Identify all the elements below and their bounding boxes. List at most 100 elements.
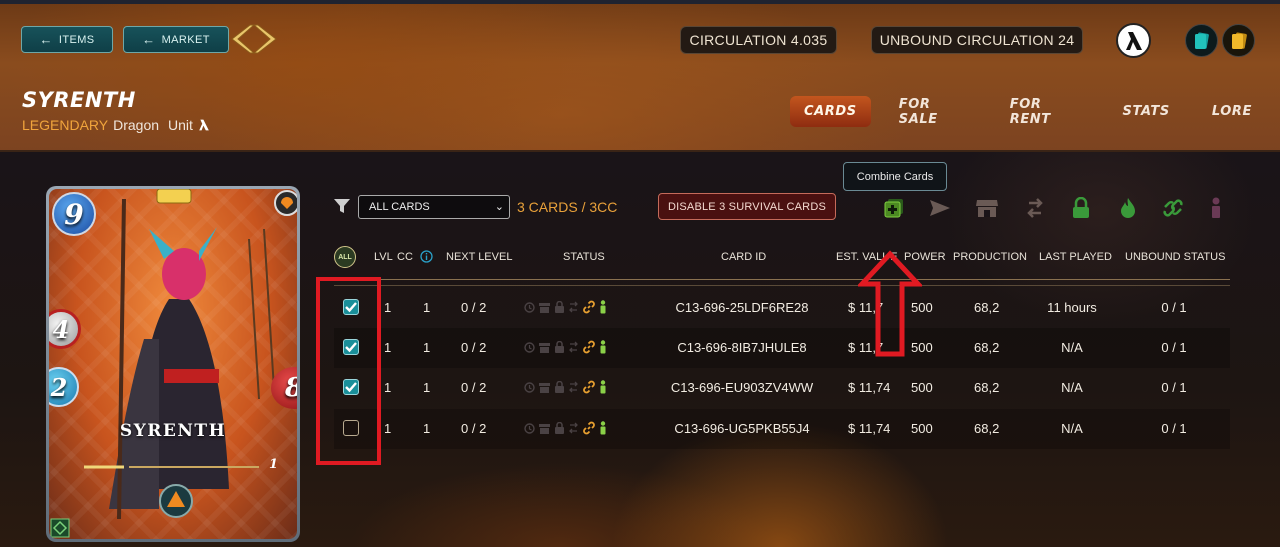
- market-stall-icon: [539, 342, 550, 353]
- market-stall-icon[interactable]: [974, 195, 1000, 221]
- disable-survival-label: DISABLE 3 SURVIVAL CARDS: [667, 200, 827, 213]
- cell-next-level: 0 / 2: [461, 421, 487, 436]
- lock-icon: [555, 301, 564, 313]
- header-next-level: NEXT LEVEL: [446, 251, 513, 263]
- unbound-circulation-text: UNBOUND CIRCULATION 24: [879, 32, 1075, 48]
- circulation-text: CIRCULATION 4.035: [689, 32, 828, 48]
- person-icon: [600, 300, 606, 314]
- info-icon[interactable]: [420, 250, 433, 263]
- person-icon: [600, 421, 606, 435]
- arrow-left-icon: ←: [39, 32, 53, 47]
- delegate-icon[interactable]: [1203, 195, 1229, 221]
- status-icons: [524, 380, 607, 394]
- header-last-played: LAST PLAYED: [1039, 251, 1112, 263]
- header-status: STATUS: [563, 251, 605, 263]
- cell-production: 68,2: [974, 300, 1000, 315]
- tab-lore[interactable]: LORE: [1198, 96, 1266, 127]
- card-title: SYRENTH: [22, 88, 136, 112]
- cell-cc: 1: [423, 340, 431, 355]
- arrow-left-icon: ←: [142, 32, 156, 47]
- clock-icon: [524, 422, 535, 434]
- header-lvl: LVL: [374, 251, 393, 263]
- combine-cards-icon[interactable]: [881, 195, 907, 221]
- burn-icon[interactable]: [1115, 195, 1141, 221]
- element-label: Dragon: [113, 117, 160, 133]
- table-divider: [334, 279, 1230, 280]
- link-icon: [583, 300, 595, 314]
- cell-next-level: 0 / 2: [461, 380, 487, 395]
- deck-icon[interactable]: [1222, 24, 1255, 57]
- lock-icon[interactable]: [1068, 195, 1094, 221]
- transfer-icon: [569, 422, 578, 434]
- cell-last-played: N/A: [1061, 380, 1083, 395]
- clock-icon: [524, 341, 535, 353]
- lock-icon: [555, 341, 564, 353]
- cell-next-level: 0 / 2: [461, 300, 487, 315]
- items-back-button[interactable]: ← ITEMS: [21, 26, 113, 53]
- cell-cc: 1: [423, 380, 431, 395]
- send-icon[interactable]: [927, 195, 953, 221]
- tab-for-sale[interactable]: FOR SALE: [885, 96, 982, 127]
- card-filter-select[interactable]: ALL CARDS ⌄: [358, 195, 510, 219]
- tab-stats[interactable]: STATS: [1109, 96, 1184, 127]
- market-stall-icon: [539, 302, 550, 313]
- cell-last-played: 11 hours: [1047, 300, 1097, 315]
- tab-for-rent[interactable]: FOR RENT: [996, 96, 1095, 127]
- cell-unbound-status: 0 / 1: [1161, 340, 1187, 355]
- cell-est-value: $ 11,74: [848, 380, 891, 395]
- cell-lvl: 1: [384, 340, 392, 355]
- cell-last-played: N/A: [1061, 421, 1083, 436]
- card-name-label: SYRENTH: [119, 421, 227, 441]
- market-back-button[interactable]: ← MARKET: [123, 26, 229, 53]
- header-unbound-status: UNBOUND STATUS: [1125, 251, 1226, 263]
- table-row[interactable]: 110 / 2 C13-696-25LDF6RE28 $ 11,7 500 68,2 11…: [334, 288, 1230, 328]
- market-stall-icon: [539, 423, 550, 434]
- market-stall-icon: [539, 382, 550, 393]
- rarity-label: LEGENDARY: [22, 117, 109, 133]
- status-icons: [524, 421, 607, 435]
- disable-survival-button[interactable]: DISABLE 3 SURVIVAL CARDS: [658, 193, 836, 220]
- cell-unbound-status: 0 / 1: [1161, 380, 1187, 395]
- cell-production: 68,2: [974, 340, 1000, 355]
- link-icon: [583, 380, 595, 394]
- filter-icon: [334, 199, 350, 213]
- cell-production: 68,2: [974, 380, 1000, 395]
- card-artwork: [50, 189, 297, 538]
- table-row[interactable]: 1 1 0 / 2 C13-696-UG5PKB55J4 $ 11,74 500 68,2 N…: [334, 409, 1230, 449]
- items-button-label: ITEMS: [58, 33, 95, 46]
- table-row[interactable]: 1 1 0 / 2 C13-696-EU903ZV4WW $ 11,74 500 68,2 N…: [334, 368, 1230, 408]
- header-cc: CC: [397, 251, 413, 263]
- cell-cc: 1: [423, 300, 431, 315]
- transfer-icon[interactable]: [1022, 195, 1048, 221]
- tooltip-text: Combine Cards: [856, 170, 934, 183]
- cell-est-value: $ 11,74: [848, 421, 891, 436]
- market-button-label: MARKET: [161, 33, 210, 46]
- card-level-label: 1: [269, 457, 279, 472]
- header-production: PRODUCTION: [953, 251, 1027, 263]
- status-icons: [524, 340, 607, 354]
- card-tabs: CARDS FOR SALE FOR RENT STATS LORE: [790, 96, 1280, 127]
- cell-last-played: N/A: [1061, 340, 1083, 355]
- cell-next-level: 0 / 2: [461, 340, 487, 355]
- card-filter-value: ALL CARDS: [369, 201, 430, 213]
- transfer-icon: [569, 381, 578, 393]
- card-image: 9 4 2 8 SYRENTH 1: [46, 186, 300, 542]
- player-badge-icon[interactable]: [1116, 23, 1151, 58]
- cell-production: 68,2: [974, 421, 1000, 436]
- table-divider: [334, 285, 1230, 286]
- person-icon: [600, 380, 606, 394]
- cell-card-id: C13-696-EU903ZV4WW: [670, 380, 814, 395]
- clock-icon: [524, 301, 535, 313]
- select-all-button[interactable]: ALL: [334, 246, 356, 268]
- table-row[interactable]: 110 / 2 C13-696-8IB7JHULE8 $ 11,7 500 68,2 N/…: [334, 328, 1230, 368]
- mana-badge: 9: [52, 192, 96, 236]
- prev-next-card-icon[interactable]: [226, 22, 282, 56]
- cell-card-id: C13-696-UG5PKB55J4: [674, 421, 810, 436]
- cell-cc: 1: [423, 421, 431, 436]
- cell-card-id: C13-696-25LDF6RE28: [675, 300, 809, 315]
- tab-cards[interactable]: CARDS: [790, 96, 871, 127]
- unlink-icon[interactable]: [1160, 195, 1186, 221]
- collection-icon[interactable]: [1185, 24, 1218, 57]
- link-icon: [583, 421, 595, 435]
- card-subtitle: LEGENDARY Dragon Unit: [22, 117, 210, 133]
